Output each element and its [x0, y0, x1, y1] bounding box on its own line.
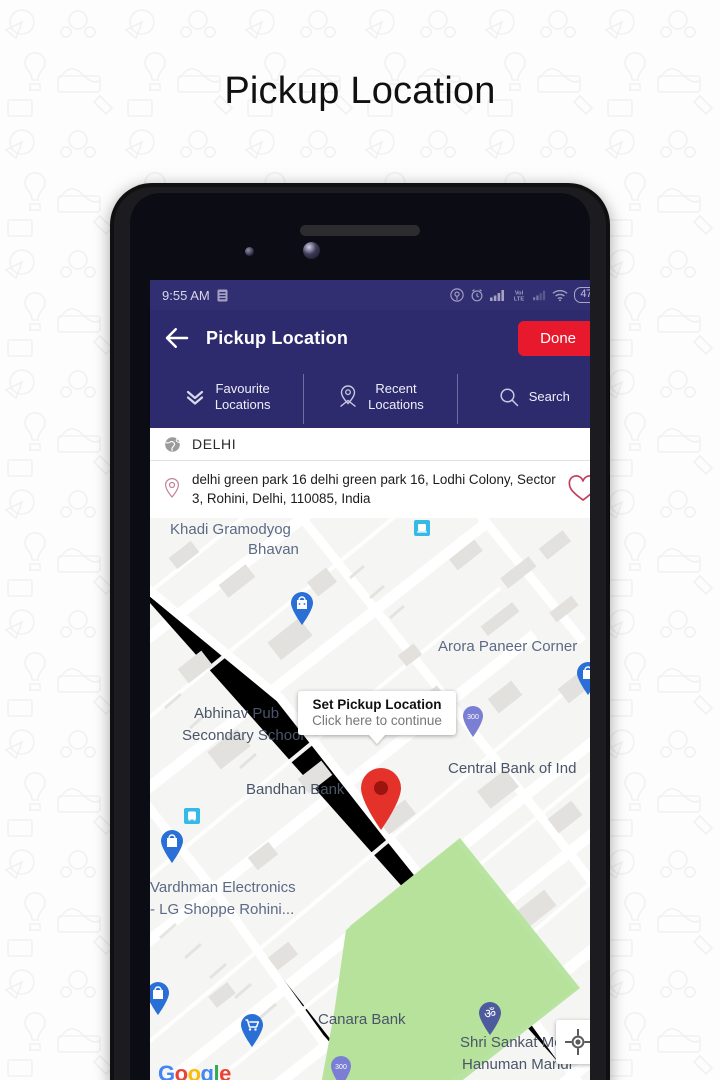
google-logo-o1: o	[174, 1061, 188, 1080]
info-window-title: Set Pickup Location	[312, 697, 442, 712]
shopping-bag-pin-icon[interactable]	[574, 660, 590, 696]
power-button[interactable]	[609, 475, 610, 585]
my-location-button[interactable]	[556, 1020, 590, 1064]
status-bar-left: 9:55 AM	[162, 288, 228, 303]
google-logo-o2: o	[187, 1061, 201, 1080]
bus-stop-icon[interactable]	[184, 808, 200, 824]
shopping-bag-pin-icon[interactable]	[158, 828, 186, 864]
tab-recent-locations-label: Recent Locations	[368, 381, 424, 413]
svg-text:ॐ: ॐ	[484, 1007, 496, 1022]
transit-stop-icon[interactable]	[414, 520, 430, 536]
page-title: Pickup Location	[224, 70, 496, 112]
google-logo-g1: G	[158, 1061, 175, 1080]
tab-bar: Favourite Locations Recent Locations Sea…	[150, 366, 590, 428]
shopping-cart-pin-icon[interactable]	[238, 1012, 266, 1048]
status-bar: 9:55 AM VoI LTE 47	[150, 280, 590, 310]
shopping-bag-pin-icon[interactable]	[288, 590, 316, 626]
tab-search-label: Search	[529, 389, 570, 405]
app-bar-title: Pickup Location	[206, 327, 349, 348]
alarm-icon	[471, 289, 483, 302]
address-text: delhi green park 16 delhi green park 16,…	[192, 472, 556, 506]
address-row[interactable]: delhi green park 16 delhi green park 16,…	[150, 461, 590, 518]
tab-label-line2: Locations	[368, 397, 424, 412]
volume-button[interactable]	[609, 373, 610, 445]
city-row[interactable]: DELHI	[150, 428, 590, 461]
front-camera-icon	[303, 242, 320, 259]
proximity-sensor-icon	[245, 247, 254, 256]
svg-text:300: 300	[335, 1064, 347, 1071]
app-bar: Pickup Location Done	[150, 310, 590, 366]
atm-pin-icon[interactable]: 300	[460, 704, 486, 738]
map-pin-outline-icon	[164, 477, 180, 498]
search-icon	[500, 388, 518, 407]
location-pin-icon	[340, 385, 357, 408]
svg-text:LTE: LTE	[514, 296, 524, 301]
sim-card-icon	[217, 289, 228, 301]
svg-text:VoI: VoI	[515, 290, 524, 296]
globe-icon	[165, 436, 180, 452]
tab-favourite-locations[interactable]: Favourite Locations	[150, 366, 303, 428]
tab-favourite-locations-label: Favourite Locations	[215, 381, 271, 413]
volte-icon: VoI LTE	[514, 290, 524, 301]
double-chevron-down-icon	[186, 390, 203, 405]
status-time: 9:55 AM	[162, 287, 210, 303]
tab-label-line1: Favourite	[215, 381, 270, 396]
shopping-bag-pin-icon[interactable]	[150, 980, 172, 1016]
crosshair-icon	[565, 1029, 590, 1055]
svg-text:300: 300	[467, 714, 479, 721]
back-arrow-icon[interactable]	[162, 323, 192, 353]
google-logo: Google	[158, 1061, 231, 1080]
location-icon	[450, 288, 465, 302]
tab-label-line1: Search	[528, 389, 570, 404]
heart-outline-icon[interactable]	[568, 475, 590, 503]
signal-bars-2-icon	[533, 290, 546, 301]
wifi-icon	[552, 289, 568, 301]
done-button[interactable]: Done	[518, 320, 590, 356]
phone-mockup: 9:55 AM VoI LTE 47 Pickup Location Done …	[110, 183, 610, 1080]
battery-icon: 47	[574, 287, 590, 303]
status-bar-right: VoI LTE 47	[450, 287, 590, 303]
city-name: DELHI	[192, 436, 237, 452]
atm-pin-icon[interactable]: 300	[328, 1054, 354, 1080]
tab-label-line2: Locations	[214, 397, 271, 412]
temple-om-pin-icon[interactable]: ॐ	[476, 1000, 504, 1036]
pickup-location-marker[interactable]	[355, 764, 407, 832]
google-logo-e: e	[219, 1061, 231, 1080]
map-info-window[interactable]: Set Pickup Location Click here to contin…	[298, 691, 456, 735]
info-window-subtitle: Click here to continue	[312, 713, 442, 728]
google-logo-g2: g	[200, 1061, 214, 1080]
tab-search[interactable]: Search	[456, 366, 590, 428]
tab-recent-locations[interactable]: Recent Locations	[303, 366, 456, 428]
signal-bars-icon	[490, 290, 505, 301]
tab-label-line1: Recent	[375, 381, 417, 396]
map-canvas[interactable]: Khadi Gramodyog Bhavan Arora Paneer Corn…	[150, 518, 590, 1080]
app-screen: 9:55 AM VoI LTE 47 Pickup Location Done …	[150, 280, 590, 1080]
phone-screen: 9:55 AM VoI LTE 47 Pickup Location Done …	[130, 193, 590, 1080]
earpiece-speaker	[300, 225, 420, 236]
